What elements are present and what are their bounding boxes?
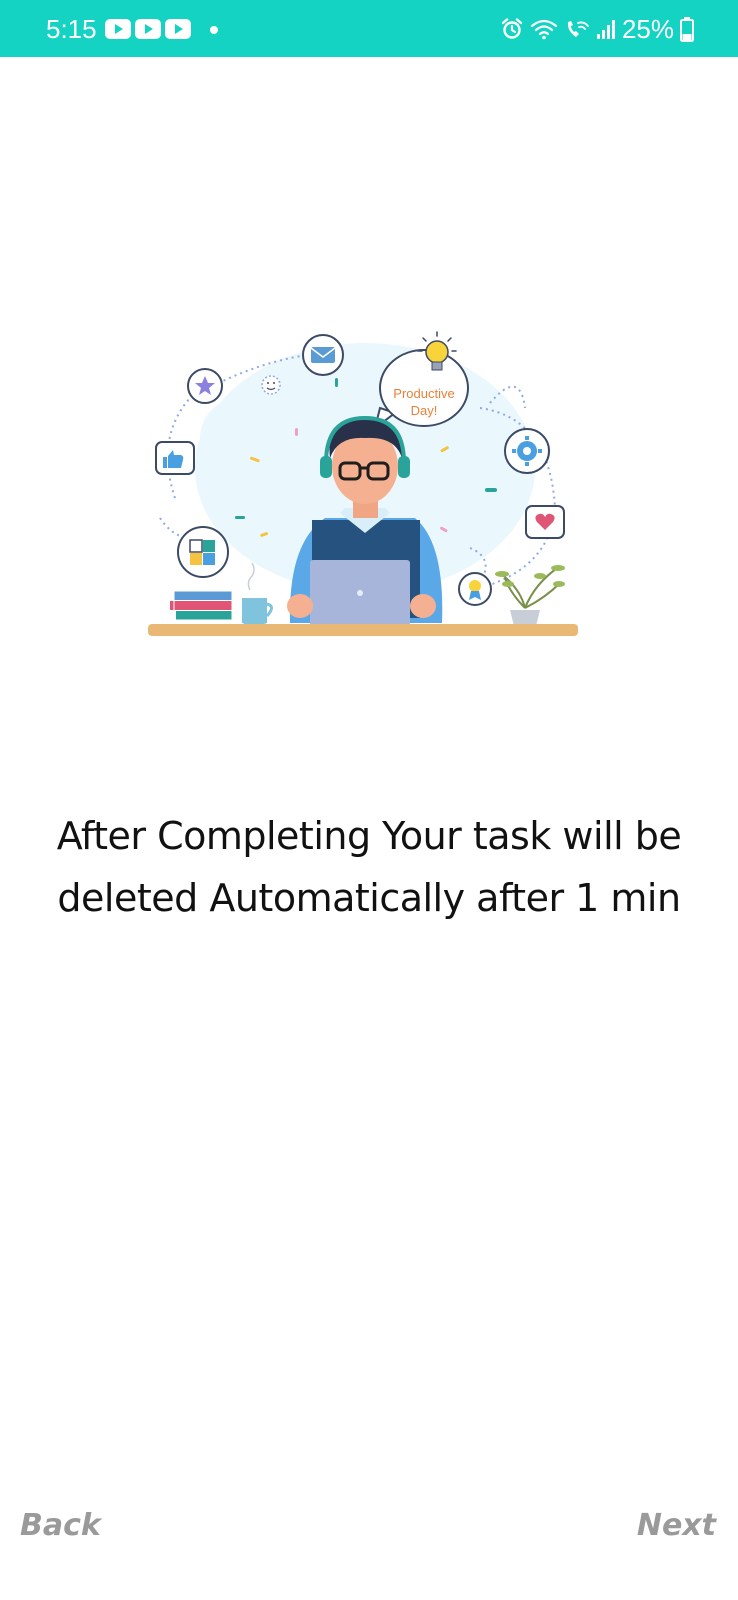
youtube-icon [135,19,161,39]
alarm-icon [500,17,524,41]
battery-icon [680,16,694,42]
wifi-calling-icon [564,17,590,41]
youtube-icon [105,19,131,39]
signal-icon [596,17,616,41]
wifi-icon [530,17,558,41]
status-bar: 5:15 25% [0,0,738,57]
onboarding-message: After Completing Your task will be delet… [56,814,682,920]
battery-percent: 25% [621,14,674,44]
bubble-text-day: Day! [411,403,438,418]
bubble-text-productive: Productive [393,386,454,401]
notification-icons [105,19,191,39]
status-indicators: 25% [500,13,694,45]
status-time: 5:15 [46,14,97,44]
youtube-icon [165,19,191,39]
notification-dot-icon [210,26,218,34]
onboarding-illustration: Productive Day! [140,318,590,648]
next-button[interactable]: Next [637,1508,716,1543]
back-button[interactable]: Back [20,1508,101,1543]
